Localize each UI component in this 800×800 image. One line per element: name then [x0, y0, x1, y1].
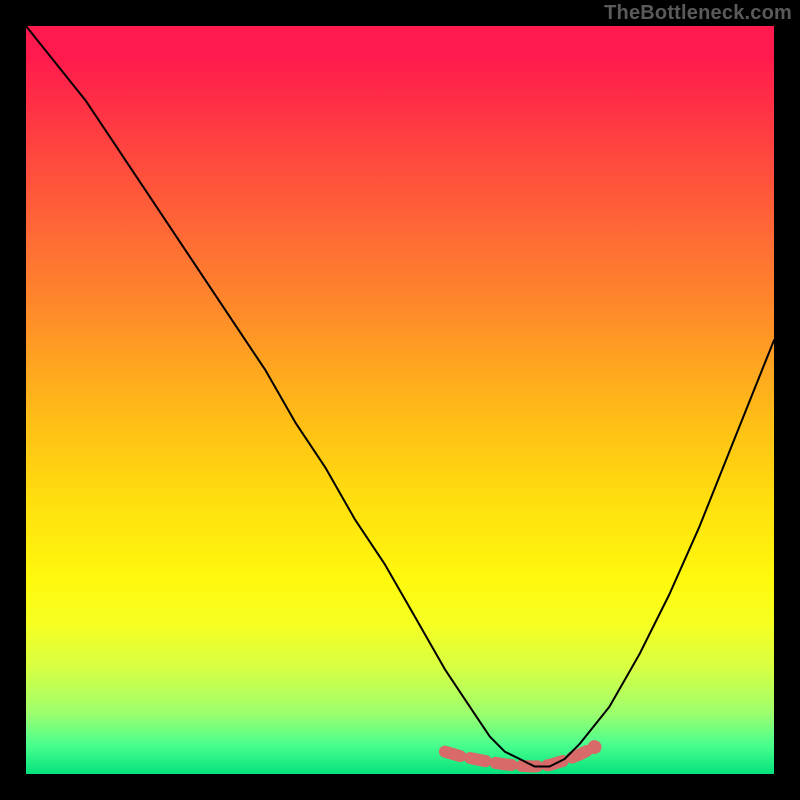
bottom-band-end-dot: [588, 740, 602, 754]
bottom-band: [445, 740, 602, 766]
plot-area: [26, 26, 774, 774]
bottom-band-path: [445, 747, 595, 766]
bottleneck-curve-path: [26, 26, 774, 767]
curve-layer: [26, 26, 774, 774]
watermark-text: TheBottleneck.com: [604, 2, 792, 25]
chart-frame: TheBottleneck.com: [0, 0, 800, 800]
